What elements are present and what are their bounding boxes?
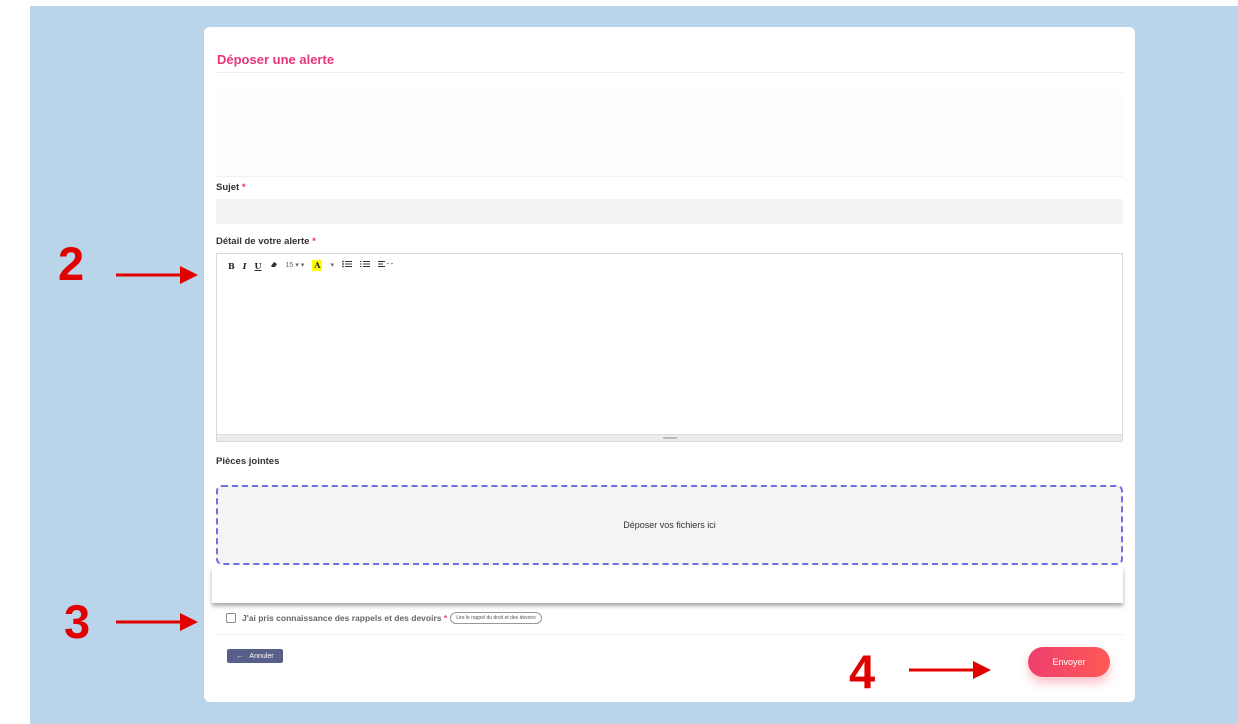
annotation-number-4: 4 <box>849 645 876 698</box>
acknowledge-label: J'ai pris connaissance des rappels et de… <box>242 613 447 623</box>
subject-label: Sujet * <box>216 182 246 193</box>
title-divider <box>216 72 1123 73</box>
bullet-list-icon[interactable] <box>339 260 355 272</box>
alert-form-card: Déposer une alerte Sujet * Détail de vot… <box>204 27 1135 702</box>
subject-input[interactable] <box>216 199 1123 224</box>
rights-link[interactable]: Lire le rappel du droit et des devoirs <box>450 612 542 624</box>
required-mark: * <box>312 236 316 247</box>
cancel-button[interactable]: ← Annuler <box>227 649 283 663</box>
align-icon[interactable] <box>375 260 397 272</box>
submit-label: Envoyer <box>1052 657 1086 667</box>
editor-content-area[interactable] <box>217 274 1122 434</box>
footer-divider <box>216 634 1123 635</box>
color-dropdown-icon[interactable]: ▾ <box>327 260 337 272</box>
arrow-left-icon: ← <box>236 652 244 660</box>
subject-label-text: Sujet <box>216 182 240 193</box>
dropzone-text: Déposer vos fichiers ici <box>623 520 716 530</box>
acknowledge-label-text: J'ai pris connaissance des rappels et de… <box>242 613 442 623</box>
detail-label: Détail de votre alerte * <box>216 236 316 247</box>
underline-button[interactable]: U <box>252 260 265 272</box>
cancel-label: Annuler <box>249 652 274 660</box>
acknowledge-row: J'ai pris connaissance des rappels et de… <box>226 612 542 624</box>
acknowledge-checkbox[interactable] <box>226 613 236 623</box>
highlight-color-button[interactable]: A <box>309 260 325 272</box>
required-mark: * <box>241 182 246 193</box>
italic-button[interactable]: I <box>240 260 250 272</box>
required-mark: * <box>443 613 448 623</box>
detail-label-text: Détail de votre alerte <box>216 236 310 247</box>
rich-text-editor: B I U 15 ▾ ▾ A ▾ <box>216 253 1123 442</box>
eraser-icon[interactable] <box>267 260 281 272</box>
submit-button[interactable]: Envoyer <box>1028 647 1110 677</box>
page-title: Déposer une alerte <box>217 52 335 67</box>
bold-button[interactable]: B <box>225 260 238 272</box>
editor-resize-handle[interactable] <box>217 434 1122 441</box>
editor-toolbar: B I U 15 ▾ ▾ A ▾ <box>225 259 397 273</box>
blank-panel <box>216 90 1123 177</box>
grip-icon <box>663 437 677 439</box>
overlay-panel <box>212 567 1123 603</box>
numbered-list-icon[interactable] <box>357 260 373 272</box>
highlight-icon: A <box>312 260 323 271</box>
annotation-arrow-icon <box>909 661 991 679</box>
annotation-arrow-icon <box>116 613 198 631</box>
attachments-label: Pièces jointes <box>216 456 280 467</box>
font-size-select[interactable]: 15 ▾ ▾ <box>283 260 308 272</box>
annotation-number-3: 3 <box>64 595 91 648</box>
annotation-number-2: 2 <box>58 237 85 290</box>
file-dropzone[interactable]: Déposer vos fichiers ici <box>216 485 1123 565</box>
annotation-arrow-icon <box>116 266 198 284</box>
font-size-value: 15 <box>285 262 294 269</box>
